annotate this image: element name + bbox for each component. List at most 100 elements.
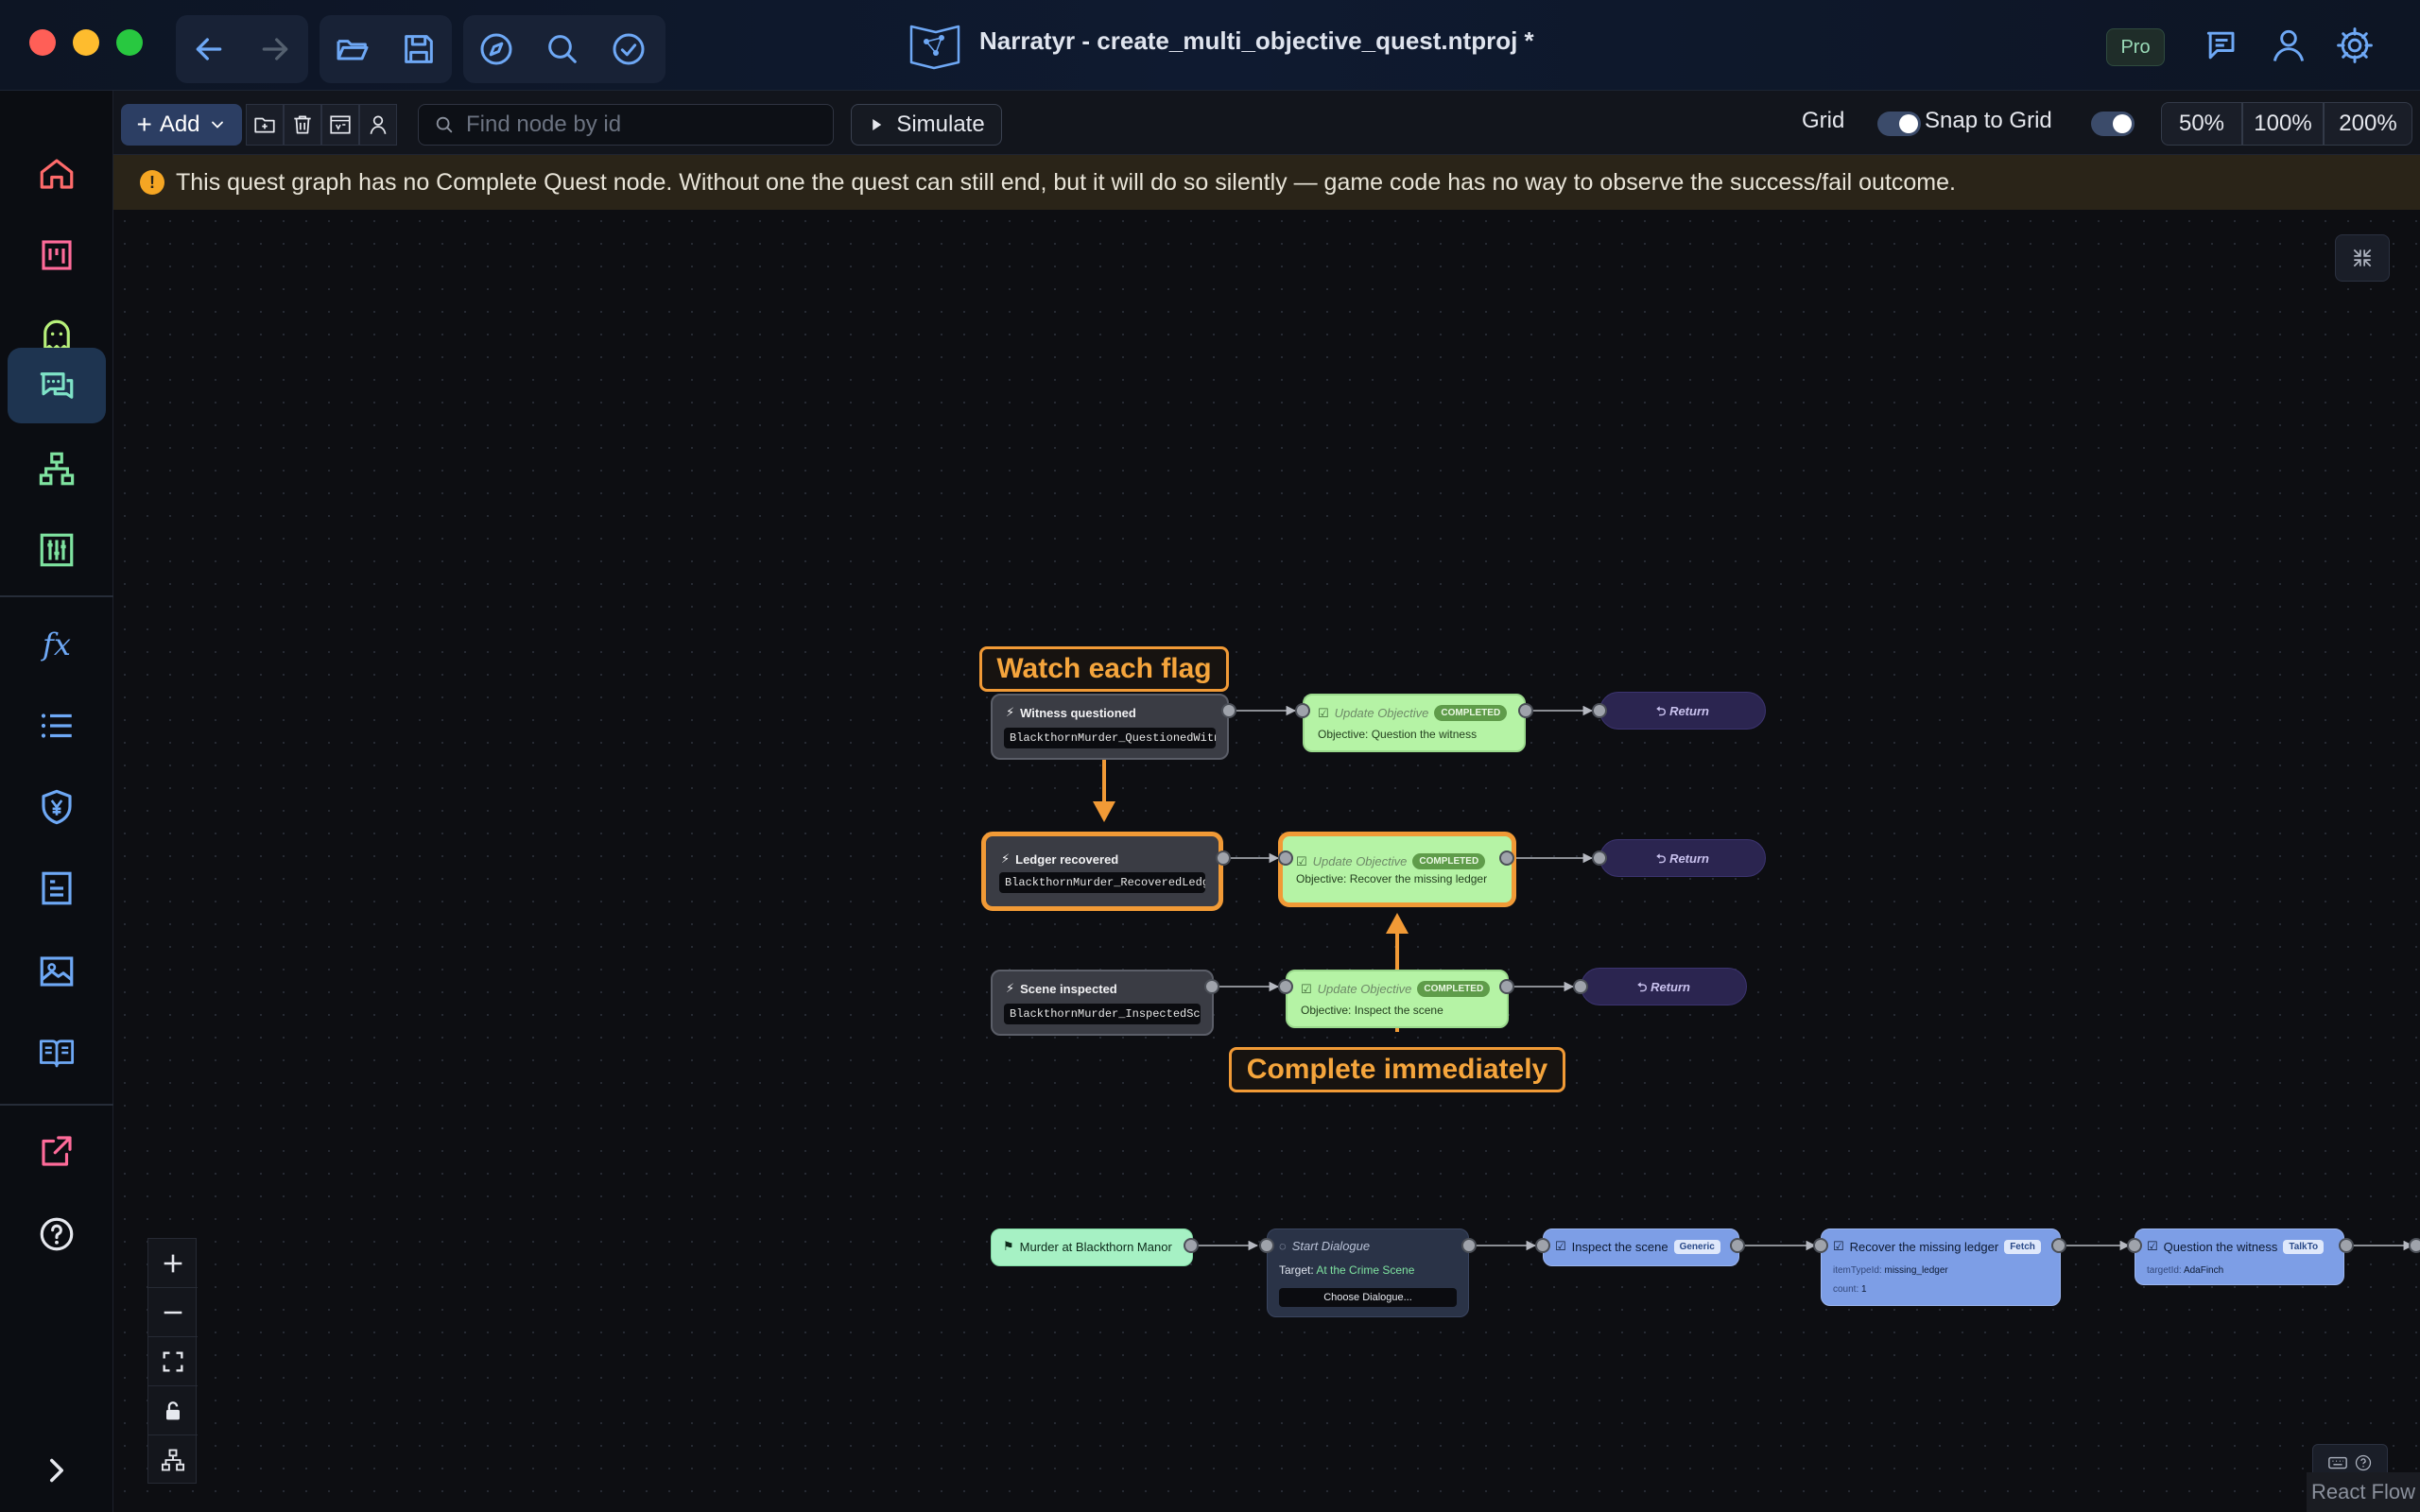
sidebar-expand-button[interactable] [8,1433,106,1508]
return-icon: ⮌ [1656,704,1670,718]
output-handle[interactable] [2339,1238,2354,1253]
output-handle[interactable] [1204,979,1219,994]
save-button[interactable] [386,15,452,83]
output-handle[interactable] [1730,1238,1745,1253]
minimize-window-button[interactable] [73,29,99,56]
sidebar-item-board[interactable] [8,217,106,293]
update-objective-node[interactable]: ☑ Update Objective COMPLETED Objective: Re… [1278,832,1516,907]
navigate-button[interactable] [463,15,529,83]
zoom-50-button[interactable]: 50% [2161,102,2242,146]
input-handle[interactable] [1573,979,1588,994]
open-project-button[interactable] [320,15,386,83]
output-handle[interactable] [2051,1238,2066,1253]
node-search-field[interactable] [418,104,834,146]
sidebar-item-dialogue[interactable] [8,348,106,423]
output-handle[interactable] [1499,850,1514,866]
sidebar-item-functions[interactable]: fx [8,607,106,682]
update-objective-node[interactable]: ☑ Update Objective COMPLETED Objective: In… [1286,970,1509,1028]
fit-view-button[interactable] [148,1337,198,1386]
new-folder-button[interactable] [246,104,284,146]
objective-inspect-node[interactable]: ☑ Inspect the scene Generic [1543,1228,1739,1266]
objective-question-node[interactable]: ☑ Question the witness TalkTo targetId: Ad… [2135,1228,2344,1285]
input-handle[interactable] [1592,703,1607,718]
zoom-in-button[interactable] [148,1239,198,1288]
back-button[interactable] [176,15,242,83]
update-objective-node[interactable]: ☑ Update Objective COMPLETED Objective: Qu… [1303,694,1526,752]
folder-plus-icon [254,117,275,133]
export-icon [42,1136,72,1166]
return-icon: ⮌ [1656,851,1670,866]
quest-start-node[interactable]: ⚑ Murder at Blackthorn Manor [991,1228,1193,1266]
input-handle[interactable] [1295,703,1310,718]
variables-panel-button[interactable] [321,104,359,146]
snap-to-grid-label: Snap to Grid [1925,108,2052,133]
input-handle[interactable] [1592,850,1607,866]
zoom-200-button[interactable]: 200% [2324,102,2412,146]
simulate-button[interactable]: Simulate [851,104,1002,146]
choose-dialogue-button[interactable]: Choose Dialogue... [1279,1288,1457,1307]
flag-scene-node[interactable]: ⚡ Scene inspected BlackthornMurder_Inspec… [991,970,1214,1036]
zoom-100-button[interactable]: 100% [2242,102,2324,146]
board-icon [42,240,72,270]
input-handle[interactable] [1278,850,1293,866]
return-node[interactable]: ⮌ Return [1599,839,1766,877]
sidebar-item-economy[interactable] [8,769,106,845]
return-node[interactable]: ⮌ Return [1599,692,1766,730]
output-handle[interactable] [1221,703,1236,718]
sidebar-item-variables[interactable] [8,512,106,588]
sidebar-item-assets[interactable] [8,934,106,1009]
start-dialogue-node[interactable]: ◌ Start Dialogue Target: At the Crime Sce… [1267,1228,1469,1317]
sidebar-divider [0,595,113,597]
user-icon[interactable] [2268,25,2309,66]
input-handle[interactable] [2409,1238,2420,1253]
sidebar-item-lists[interactable] [8,688,106,764]
forward-button[interactable] [242,15,308,83]
graph-canvas[interactable]: ⚡ Witness questioned BlackthornMurder_Que… [113,210,2420,1512]
input-handle[interactable] [1278,979,1293,994]
return-node[interactable]: ⮌ Return [1581,968,1747,1005]
objective-recover-node[interactable]: ☑ Recover the missing ledger Fetch itemTyp… [1821,1228,2061,1306]
close-window-button[interactable] [29,29,56,56]
output-handle[interactable] [1216,850,1231,866]
output-handle[interactable] [1499,979,1514,994]
input-handle[interactable] [1813,1238,1828,1253]
output-handle[interactable] [1184,1238,1199,1253]
add-node-button[interactable]: + Add [121,104,242,146]
search-button[interactable] [529,15,596,83]
collapse-view-button[interactable] [2335,234,2390,282]
flag-ledger-node[interactable]: ⚡ Ledger recovered BlackthornMurder_Recov… [981,832,1223,911]
sidebar-item-help[interactable] [8,1196,106,1272]
sidebar-item-quests[interactable] [8,431,106,507]
input-handle[interactable] [1259,1238,1274,1253]
chat-icon[interactable] [2202,25,2243,66]
objective-description: Objective: Question the witness [1318,728,1478,741]
list-icon [41,713,72,738]
image-icon [40,956,74,987]
lock-button[interactable] [148,1386,198,1435]
flag-code: BlackthornMurder_RecoveredLedger [999,872,1205,893]
sidebar-item-export[interactable] [8,1113,106,1189]
pro-badge[interactable]: Pro [2106,28,2165,66]
validate-button[interactable] [596,15,662,83]
input-handle[interactable] [1535,1238,1550,1253]
gear-icon[interactable] [2334,25,2376,66]
input-handle[interactable] [2127,1238,2142,1253]
grid-toggle[interactable] [1877,112,1921,136]
flag-watch-node[interactable]: ⚡ Witness questioned BlackthornMurder_Que… [991,694,1229,760]
output-handle[interactable] [1461,1238,1477,1253]
character-panel-button[interactable] [359,104,397,146]
node-header: ◌ Start Dialogue [1279,1239,1370,1253]
delete-button[interactable] [284,104,321,146]
attribution-label[interactable]: React Flow [2307,1472,2420,1512]
window-title: Narratyr - create_multi_objective_quest.… [979,26,1534,55]
sidebar-item-home[interactable] [8,136,106,212]
auto-layout-button[interactable] [148,1435,198,1485]
snap-to-grid-toggle[interactable] [2091,112,2135,136]
node-search-input[interactable] [466,112,825,138]
maximize-window-button[interactable] [116,29,143,56]
output-handle[interactable] [1518,703,1533,718]
sidebar-item-forms[interactable] [8,850,106,926]
status-badge: COMPLETED [1417,981,1491,997]
zoom-out-button[interactable] [148,1288,198,1337]
sidebar-item-codex[interactable] [8,1015,106,1091]
